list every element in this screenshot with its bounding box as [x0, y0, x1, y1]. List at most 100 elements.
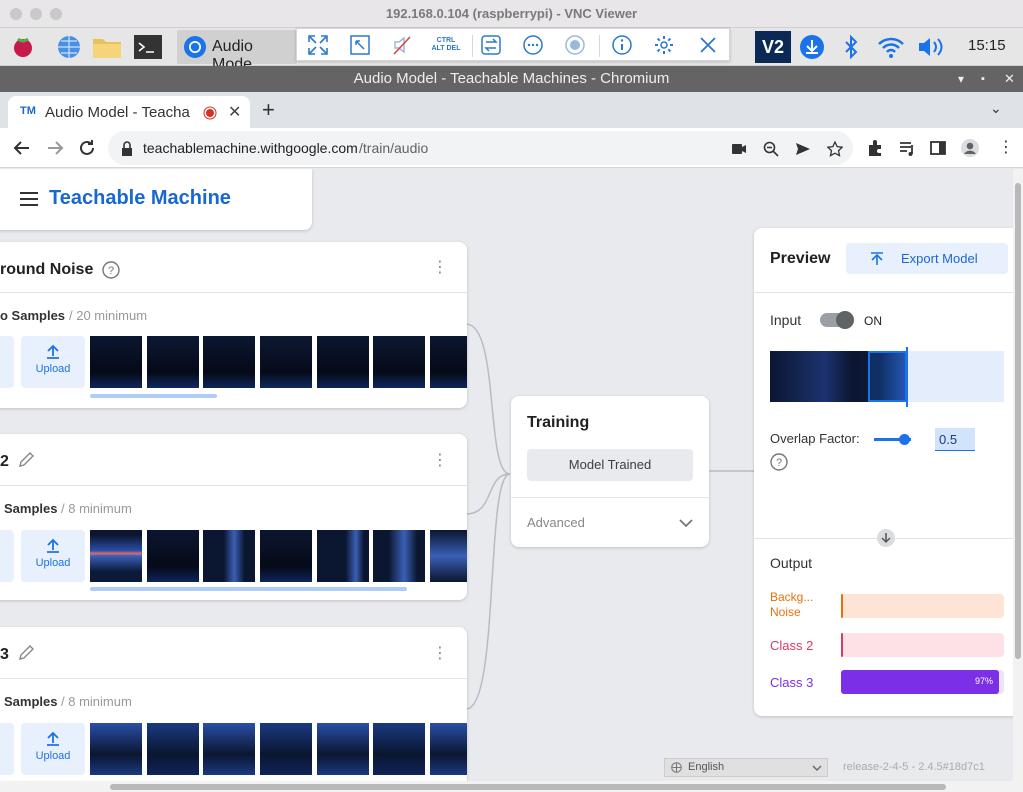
sample-thumbnail[interactable] [147, 336, 199, 388]
close-icon[interactable]: ✕ [1004, 66, 1015, 92]
sample-thumbnail[interactable] [373, 723, 425, 775]
upload-button[interactable]: Upload [21, 336, 85, 388]
class-options-icon[interactable]: ⋮ [432, 259, 448, 277]
sample-thumbnail[interactable] [90, 530, 142, 582]
address-bar[interactable]: teachablemachine.withgoogle.com /train/a… [108, 131, 853, 165]
sample-thumbnail[interactable] [147, 530, 199, 582]
minimize-window-button[interactable] [30, 8, 42, 20]
class-options-icon[interactable]: ⋮ [432, 645, 448, 663]
help-icon[interactable]: ? [770, 453, 788, 471]
tab-audio-model[interactable]: TM Audio Model - Teacha ✕ [8, 96, 250, 128]
sample-thumbnail[interactable] [90, 336, 142, 388]
forward-arrow-icon[interactable] [45, 138, 65, 158]
edit-pencil-icon[interactable] [17, 644, 35, 662]
horizontal-scrollbar[interactable] [0, 781, 1013, 792]
input-toggle[interactable] [820, 311, 854, 329]
horizontal-scrollbar-thumb[interactable] [110, 784, 946, 790]
tab-close-icon[interactable]: ✕ [228, 102, 241, 122]
upload-button[interactable]: Upload [21, 723, 85, 775]
sample-thumbnail[interactable] [203, 336, 255, 388]
camera-icon[interactable] [731, 142, 747, 156]
record-button[interactable] [0, 530, 14, 582]
class-title[interactable]: round Noise [0, 261, 93, 279]
side-panel-icon[interactable] [929, 139, 947, 157]
close-toolbar-icon[interactable] [695, 33, 721, 57]
reload-icon[interactable] [77, 138, 97, 158]
scale-to-fit-icon[interactable] [347, 33, 373, 57]
chat-icon[interactable] [520, 33, 546, 57]
audio-off-icon[interactable] [389, 33, 415, 57]
send-icon[interactable] [795, 141, 811, 157]
samples-scrollbar[interactable] [90, 587, 407, 591]
ctrl-alt-del-button[interactable]: CTRL ALT DEL [431, 33, 461, 57]
overlap-slider[interactable] [874, 434, 911, 445]
upload-button[interactable]: Upload [21, 530, 85, 582]
settings-gear-icon[interactable] [651, 33, 677, 57]
vertical-scrollbar-thumb[interactable] [1015, 183, 1021, 659]
sample-thumbnail[interactable] [430, 723, 467, 775]
sample-thumbnail[interactable] [430, 336, 467, 388]
class-title[interactable]: 2 [0, 453, 9, 471]
media-queue-icon[interactable] [898, 139, 916, 157]
web-browser-icon[interactable] [54, 32, 84, 62]
overlap-slider-knob[interactable] [899, 434, 910, 445]
sample-thumbnail[interactable] [203, 723, 255, 775]
lock-icon[interactable] [120, 141, 134, 157]
advanced-toggle[interactable]: Advanced [511, 498, 709, 547]
fullscreen-icon[interactable] [305, 33, 331, 57]
language-select[interactable]: English [664, 758, 828, 777]
sample-thumbnail[interactable] [430, 530, 467, 582]
upload-icon [47, 731, 59, 746]
sample-thumbnail[interactable] [317, 336, 369, 388]
wifi-icon[interactable] [876, 32, 906, 62]
download-icon[interactable] [797, 32, 827, 62]
class-title[interactable]: 3 [0, 646, 9, 664]
close-window-button[interactable] [10, 8, 22, 20]
taskbar-chromium-window[interactable]: Audio Mode [177, 30, 297, 73]
zoom-icon[interactable] [763, 141, 779, 157]
sample-thumbnail[interactable] [203, 530, 255, 582]
maximize-icon[interactable]: ▪ [981, 66, 985, 92]
output-bar-fill: 97% [841, 670, 999, 694]
class-options-icon[interactable]: ⋮ [432, 452, 448, 470]
sample-thumbnail[interactable] [260, 530, 312, 582]
vnc-server-icon[interactable]: V2 [755, 31, 791, 63]
overlap-factor-input[interactable]: 0.5 [935, 428, 975, 451]
tab-search-chevron-icon[interactable]: ⌄ [990, 100, 1002, 117]
profile-avatar-icon[interactable] [960, 138, 980, 158]
record-button[interactable] [0, 336, 14, 388]
sample-thumbnail[interactable] [147, 723, 199, 775]
sample-thumbnail[interactable] [317, 530, 369, 582]
edit-pencil-icon[interactable] [17, 451, 35, 469]
info-icon[interactable] [609, 33, 635, 57]
minimize-icon[interactable]: ▾ [958, 66, 964, 92]
back-arrow-icon[interactable] [12, 138, 32, 158]
chrome-menu-icon[interactable]: ⋮ [998, 137, 1014, 157]
terminal-icon[interactable] [133, 32, 163, 62]
record-icon[interactable] [562, 33, 588, 57]
record-button[interactable] [0, 723, 14, 775]
volume-icon[interactable] [916, 32, 946, 62]
samples-label: o Samples [0, 308, 66, 323]
sample-thumbnail[interactable] [90, 723, 142, 775]
file-manager-icon[interactable] [92, 32, 122, 62]
export-model-button[interactable]: Export Model [846, 243, 1008, 274]
collapse-arrow-icon[interactable] [877, 529, 895, 547]
sample-thumbnail[interactable] [260, 723, 312, 775]
samples-scrollbar[interactable] [90, 394, 217, 398]
vertical-scrollbar[interactable] [1013, 169, 1023, 792]
help-icon[interactable]: ? [102, 261, 120, 279]
sample-thumbnail[interactable] [373, 530, 425, 582]
new-tab-icon[interactable]: + [262, 97, 275, 123]
sample-thumbnail[interactable] [373, 336, 425, 388]
raspberry-menu-icon[interactable] [8, 32, 38, 62]
sample-thumbnail[interactable] [317, 723, 369, 775]
transfer-files-icon[interactable] [478, 33, 504, 57]
extensions-puzzle-icon[interactable] [866, 139, 884, 157]
hamburger-menu-icon[interactable] [20, 191, 40, 207]
model-trained-button[interactable]: Model Trained [527, 449, 693, 481]
zoom-window-button[interactable] [50, 8, 62, 20]
bluetooth-icon[interactable] [836, 32, 866, 62]
sample-thumbnail[interactable] [260, 336, 312, 388]
bookmark-star-icon[interactable] [827, 141, 843, 157]
